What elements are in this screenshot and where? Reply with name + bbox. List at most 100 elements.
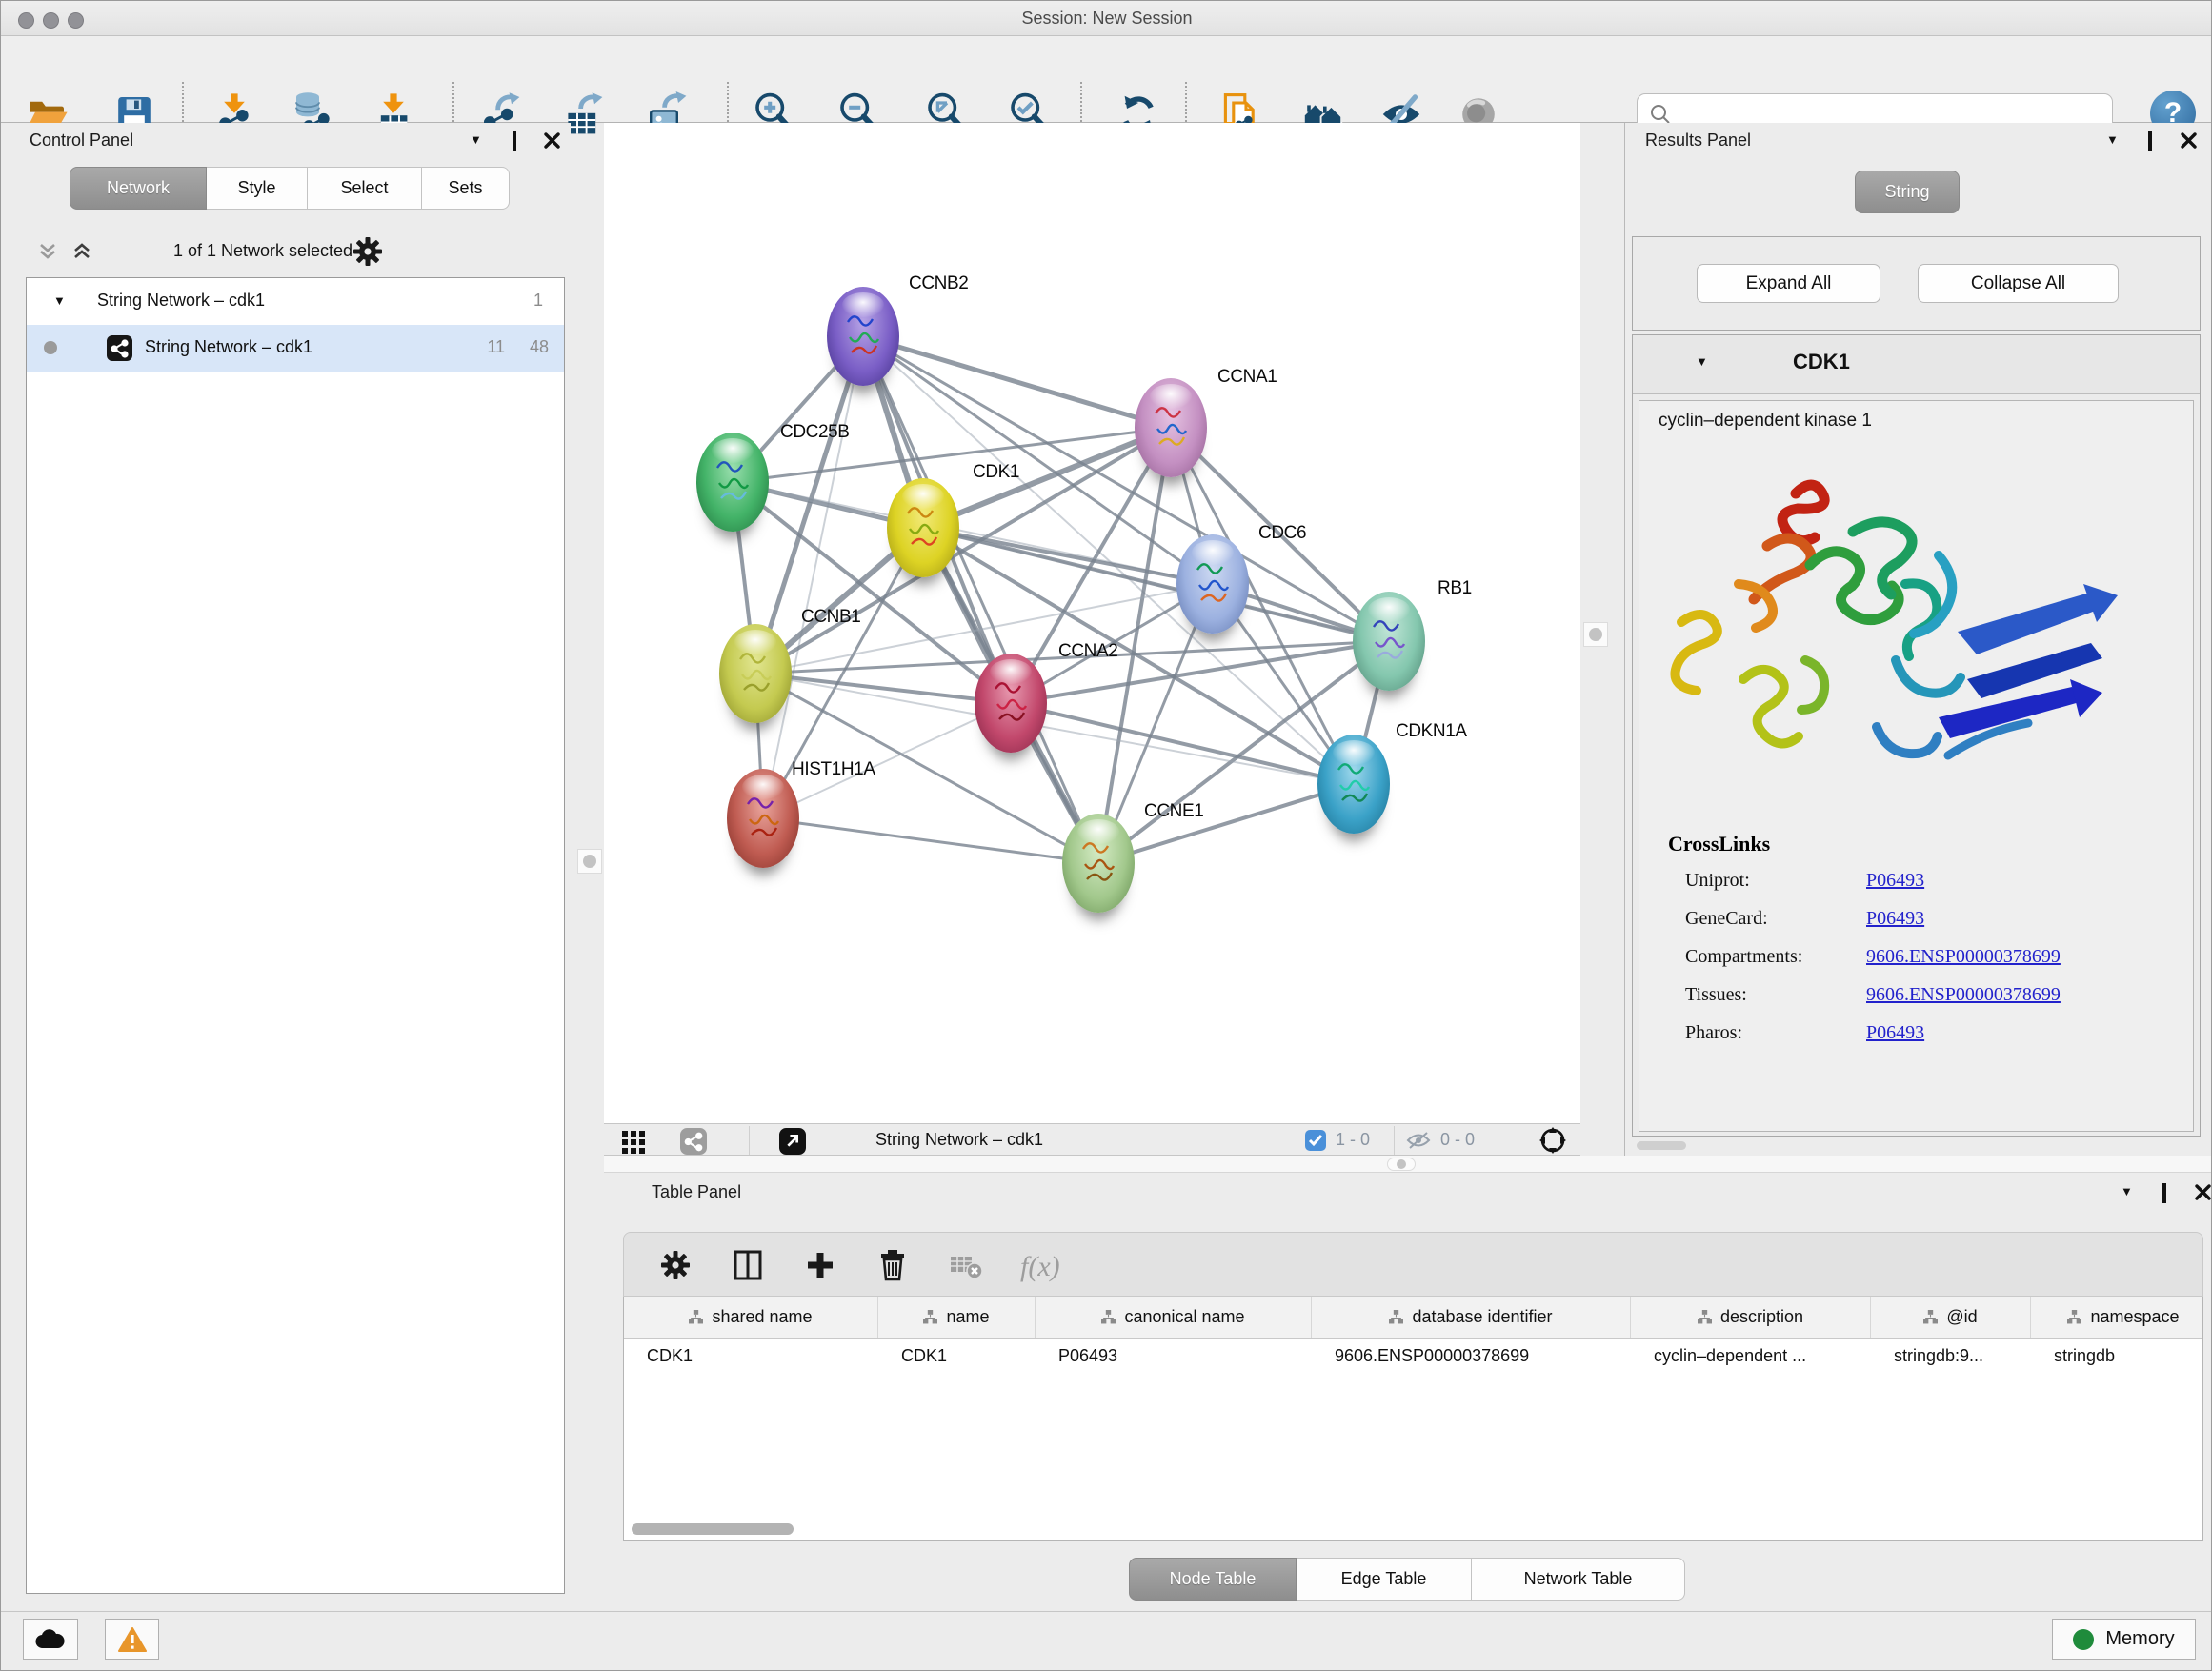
network-node-CCNA2[interactable] (975, 654, 1047, 753)
column-header[interactable]: canonical name (1036, 1297, 1312, 1338)
network-edge[interactable] (863, 336, 1171, 428)
float-panel-icon[interactable] (2148, 133, 2152, 151)
expand-all-button[interactable]: Expand All (1697, 264, 1880, 303)
tab-style[interactable]: Style (207, 167, 308, 210)
network-node-CDK1[interactable] (887, 478, 959, 577)
application-window: Session: New Session (0, 0, 2212, 1671)
crosslink-link[interactable]: P06493 (1866, 870, 1924, 892)
close-panel-icon[interactable] (2195, 1184, 2211, 1200)
memory-status-icon (2073, 1629, 2094, 1650)
column-header[interactable]: name (878, 1297, 1036, 1338)
network-node-CCNA1[interactable] (1135, 378, 1207, 477)
horizontal-splitter-handle[interactable] (1387, 1158, 1416, 1171)
tab-edge-table[interactable]: Edge Table (1297, 1558, 1472, 1601)
network-node-CCNB2[interactable] (827, 287, 899, 386)
panel-menu-icon[interactable]: ▼ (470, 132, 482, 147)
column-header[interactable]: namespace (2031, 1297, 2203, 1338)
network-edge[interactable] (1011, 703, 1354, 784)
results-hscroll-thumb[interactable] (1637, 1141, 1686, 1150)
delete-table-icon[interactable] (949, 1249, 981, 1281)
open-in-window-icon[interactable] (779, 1128, 806, 1155)
network-row-selected[interactable]: String Network – cdk1 11 48 (27, 325, 564, 372)
network-node-CDC6[interactable] (1176, 534, 1249, 634)
network-edge[interactable] (923, 528, 1213, 584)
tab-node-table[interactable]: Node Table (1129, 1558, 1297, 1601)
network-node-CCNB1[interactable] (719, 624, 792, 723)
close-panel-icon[interactable] (544, 132, 560, 149)
delete-column-icon[interactable] (876, 1249, 909, 1281)
network-view-title: String Network – cdk1 (875, 1130, 1043, 1150)
network-options-gear-icon[interactable] (352, 235, 384, 268)
table-settings-gear-icon[interactable] (659, 1249, 692, 1281)
table-hscroll-thumb[interactable] (632, 1523, 794, 1535)
cloud-status-button[interactable] (23, 1619, 78, 1660)
navigator-icon[interactable] (1538, 1125, 1568, 1156)
column-header[interactable]: description (1631, 1297, 1871, 1338)
network-collection-row[interactable]: ▼ String Network – cdk1 1 (27, 278, 564, 325)
float-panel-icon[interactable] (513, 133, 516, 151)
panel-menu-icon[interactable]: ▼ (2106, 132, 2119, 147)
grid-view-icon[interactable] (621, 1128, 647, 1154)
create-column-icon[interactable] (804, 1249, 836, 1281)
column-type-icon (923, 1310, 937, 1324)
table-header-row: shared namenamecanonical namedatabase id… (624, 1297, 2202, 1339)
column-header[interactable]: shared name (624, 1297, 878, 1338)
crosslink-link[interactable]: P06493 (1866, 1022, 1924, 1044)
panel-menu-icon[interactable]: ▼ (2121, 1184, 2133, 1198)
warnings-button[interactable] (105, 1619, 159, 1660)
network-canvas[interactable]: CCNB2CCNA1CDC25BCDK1CDC6RB1CCNB1CCNA2CDK… (604, 123, 1580, 1123)
gene-header[interactable]: ▼ CDK1 (1633, 335, 2200, 394)
table-cell[interactable]: CDK1 (624, 1339, 878, 1377)
network-node-RB1[interactable] (1353, 592, 1425, 691)
results-actions-box: Expand All Collapse All (1632, 236, 2201, 331)
gene-collapse-icon[interactable]: ▼ (1696, 354, 1708, 369)
node-label: CCNE1 (1144, 801, 1203, 822)
vertical-splitter-handle-left[interactable] (577, 849, 602, 874)
network-node-CDC25B[interactable] (696, 433, 769, 532)
table-cell[interactable]: cyclin–dependent ... (1631, 1339, 1871, 1377)
tab-string[interactable]: String (1855, 171, 1960, 213)
node-label: CDC6 (1258, 523, 1306, 544)
network-name: String Network – cdk1 (145, 337, 312, 357)
memory-button[interactable]: Memory (2052, 1619, 2196, 1660)
crosslink-link[interactable]: 9606.ENSP00000378699 (1866, 984, 2061, 1006)
expand-all-networks-icon[interactable] (70, 239, 94, 264)
network-edge[interactable] (1098, 784, 1354, 863)
network-list: ▼ String Network – cdk1 1 String Network… (26, 277, 565, 1594)
network-edge[interactable] (763, 818, 1098, 863)
tab-select[interactable]: Select (308, 167, 422, 210)
collapse-all-networks-icon[interactable] (35, 239, 60, 264)
network-edge[interactable] (763, 336, 863, 818)
tab-sets[interactable]: Sets (422, 167, 510, 210)
network-node-CDKN1A[interactable] (1317, 735, 1390, 834)
vertical-splitter[interactable] (1619, 123, 1625, 1156)
collection-collapse-icon[interactable]: ▼ (53, 293, 66, 308)
string-app-icon[interactable] (680, 1128, 707, 1155)
vertical-splitter-handle-right[interactable] (1583, 622, 1608, 647)
crosslinks-list: Uniprot:P06493GeneCard:P06493Compartment… (1685, 870, 2181, 1060)
network-node-CCNE1[interactable] (1062, 814, 1135, 913)
selected-nodes-checkbox[interactable] (1305, 1130, 1326, 1151)
table-cell[interactable]: 9606.ENSP00000378699 (1312, 1339, 1631, 1377)
column-header[interactable]: @id (1871, 1297, 2031, 1338)
crosslink-link[interactable]: 9606.ENSP00000378699 (1866, 946, 2061, 968)
table-cell[interactable]: stringdb (2031, 1339, 2203, 1377)
table-row[interactable]: CDK1CDK1P064939606.ENSP00000378699cyclin… (624, 1339, 2202, 1377)
collapse-all-button[interactable]: Collapse All (1918, 264, 2119, 303)
crosslink-link[interactable]: P06493 (1866, 908, 1924, 930)
crosslink-row: Compartments:9606.ENSP00000378699 (1685, 946, 2181, 968)
show-columns-icon[interactable] (732, 1249, 764, 1281)
table-cell[interactable]: P06493 (1036, 1339, 1312, 1377)
column-header[interactable]: database identifier (1312, 1297, 1631, 1338)
function-builder-icon[interactable]: f(x) (1016, 1249, 1077, 1281)
network-node-HIST1H1A[interactable] (727, 769, 799, 868)
close-panel-icon[interactable] (2181, 132, 2197, 149)
network-edge[interactable] (863, 336, 1098, 863)
node-label: CDK1 (973, 462, 1019, 483)
network-edge[interactable] (755, 674, 1011, 703)
table-cell[interactable]: stringdb:9... (1871, 1339, 2031, 1377)
tab-network-table[interactable]: Network Table (1472, 1558, 1685, 1601)
table-cell[interactable]: CDK1 (878, 1339, 1036, 1377)
float-panel-icon[interactable] (2162, 1185, 2166, 1202)
tab-network[interactable]: Network (70, 167, 207, 210)
